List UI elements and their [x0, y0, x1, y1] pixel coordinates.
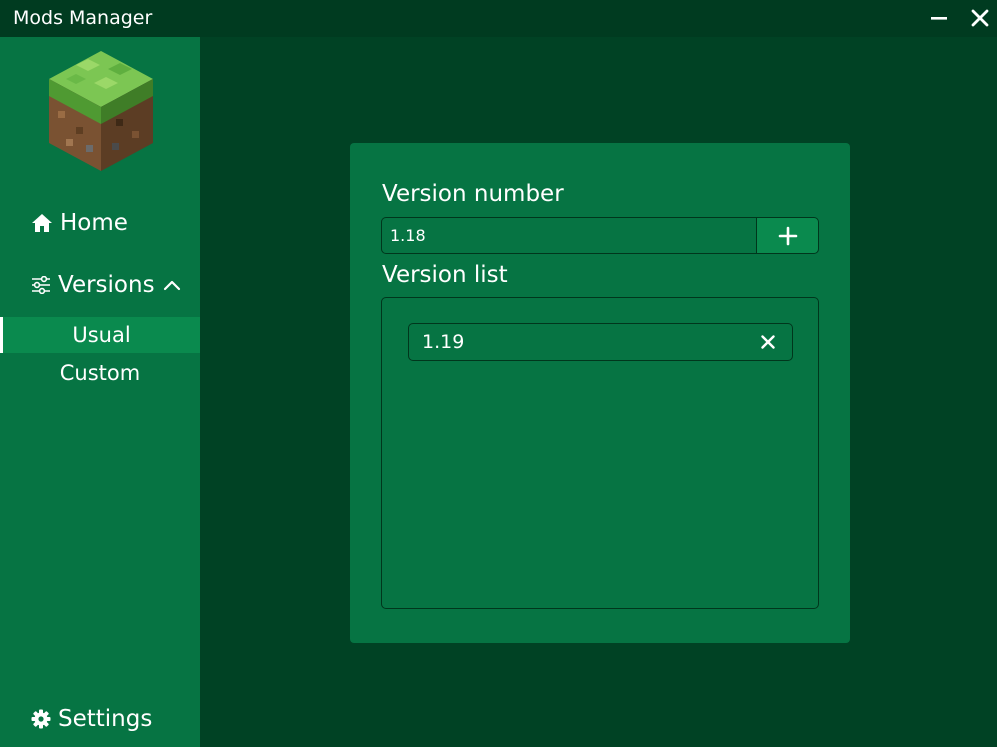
minimize-icon [931, 17, 947, 20]
sidebar-item-label: Versions [58, 272, 155, 298]
sidebar-subitem-usual[interactable]: Usual [0, 317, 200, 353]
sidebar-item-home[interactable]: Home [31, 205, 128, 241]
sidebar-item-versions[interactable]: Versions [31, 267, 181, 303]
chevron-up-icon [163, 280, 180, 291]
add-version-button[interactable] [756, 217, 819, 254]
version-list: 1.19 [381, 297, 819, 609]
list-item-label: 1.19 [422, 331, 465, 353]
grass-block-logo [49, 51, 153, 171]
sidebar: Home Versions Usual Custom Settings [0, 37, 200, 747]
sidebar-item-label: Home [60, 210, 128, 236]
gear-icon [31, 709, 51, 729]
sidebar-item-label: Settings [58, 706, 153, 732]
sliders-icon [32, 276, 50, 294]
versions-card: Version number Version list 1.19 [350, 143, 850, 643]
minimize-button[interactable] [926, 5, 952, 31]
version-number-input[interactable] [381, 217, 758, 254]
list-item: 1.19 [408, 323, 793, 361]
home-icon [32, 214, 52, 232]
window-title: Mods Manager [13, 7, 153, 29]
close-window-button[interactable] [967, 5, 993, 31]
close-icon [761, 335, 775, 349]
plus-icon [778, 226, 797, 245]
sidebar-item-settings[interactable]: Settings [31, 701, 152, 737]
version-number-label: Version number [382, 181, 564, 207]
close-icon [971, 9, 989, 27]
version-list-label: Version list [382, 262, 508, 288]
remove-version-button[interactable] [758, 332, 778, 352]
title-bar: Mods Manager [0, 0, 997, 37]
sidebar-subitem-custom[interactable]: Custom [0, 355, 200, 391]
